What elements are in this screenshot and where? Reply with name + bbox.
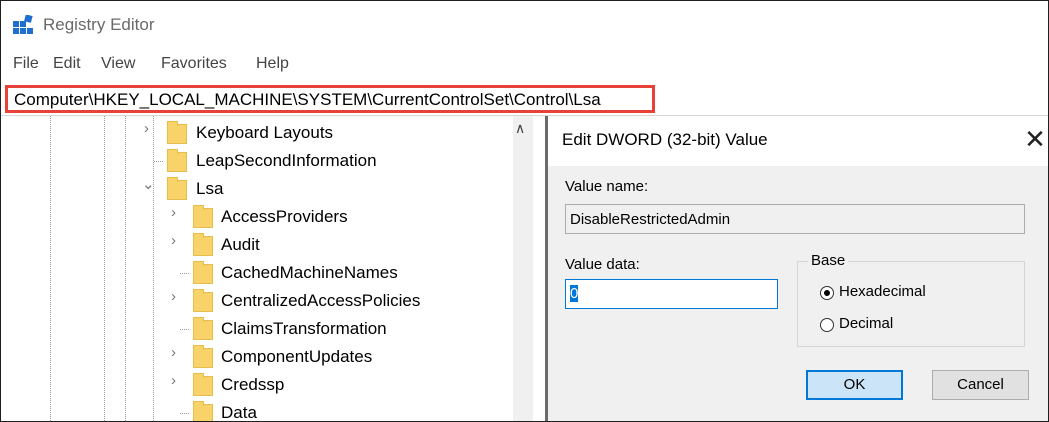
- chevron-right-icon[interactable]: ›: [171, 288, 176, 305]
- chevron-down-icon[interactable]: ⌄: [142, 175, 155, 193]
- edit-dword-dialog: Edit DWORD (32-bit) Value ✕ Value name: …: [545, 116, 1048, 421]
- chevron-right-icon[interactable]: ›: [144, 120, 149, 137]
- registry-tree: › Keyboard Layouts LeapSecondInformation…: [1, 116, 533, 421]
- folder-icon: [193, 345, 213, 368]
- tree-scrollbar[interactable]: ∧: [513, 116, 533, 421]
- folder-icon: [193, 317, 213, 340]
- ok-button[interactable]: OK: [806, 370, 903, 400]
- address-path: Computer\HKEY_LOCAL_MACHINE\SYSTEM\Curre…: [14, 90, 601, 109]
- folder-icon: [167, 149, 187, 172]
- tree-connector: [154, 161, 163, 162]
- tree-item-keyboard-layouts[interactable]: › Keyboard Layouts: [1, 120, 511, 146]
- folder-icon: [167, 177, 187, 200]
- chevron-right-icon[interactable]: ›: [171, 204, 176, 221]
- tree-item-label: CentralizedAccessPolicies: [221, 291, 421, 310]
- tree-item-label: Keyboard Layouts: [196, 123, 334, 142]
- close-icon[interactable]: ✕: [1020, 124, 1048, 155]
- menu-file[interactable]: File: [13, 55, 39, 73]
- base-group-label: Base: [808, 252, 849, 269]
- tree-connector: [180, 413, 189, 414]
- title-bar: Registry Editor: [1, 1, 1048, 47]
- registry-editor-window: Registry Editor File Edit View Favorites…: [0, 0, 1049, 422]
- dialog-title-bar: Edit DWORD (32-bit) Value ✕: [548, 116, 1048, 166]
- folder-icon: [193, 401, 213, 421]
- value-name-label: Value name:: [565, 178, 649, 195]
- chevron-right-icon[interactable]: ›: [171, 372, 176, 389]
- base-group: Base Hexadecimal Decimal: [797, 252, 1025, 347]
- dialog-title: Edit DWORD (32-bit) Value: [562, 130, 768, 149]
- value-data-text: 0: [570, 285, 579, 302]
- decimal-label[interactable]: Decimal: [839, 315, 893, 332]
- folder-icon: [167, 121, 187, 144]
- tree-item-label: AccessProviders: [221, 207, 348, 226]
- value-name-field[interactable]: DisableRestrictedAdmin: [565, 204, 1025, 234]
- hexadecimal-label[interactable]: Hexadecimal: [839, 283, 926, 300]
- value-data-label: Value data:: [565, 256, 640, 273]
- tree-item-label: Lsa: [196, 179, 224, 198]
- tree-item-label: Data: [221, 403, 257, 421]
- tree-item-credssp[interactable]: › Credssp: [1, 372, 511, 398]
- folder-icon: [193, 261, 213, 284]
- tree-item-audit[interactable]: › Audit: [1, 232, 511, 258]
- folder-icon: [193, 205, 213, 228]
- menu-bar: File Edit View Favorites Help: [1, 55, 1048, 79]
- tree-item-label: ComponentUpdates: [221, 347, 373, 366]
- window-title: Registry Editor: [43, 15, 155, 34]
- folder-icon: [193, 289, 213, 312]
- tree-item-claimstransformation[interactable]: ClaimsTransformation: [1, 316, 511, 342]
- tree-connector: [180, 329, 189, 330]
- tree-item-data[interactable]: Data: [1, 400, 511, 421]
- menu-favorites[interactable]: Favorites: [161, 55, 227, 73]
- menu-edit[interactable]: Edit: [53, 55, 81, 73]
- decimal-radio[interactable]: [820, 318, 834, 332]
- folder-icon: [193, 233, 213, 256]
- chevron-right-icon[interactable]: ›: [171, 232, 176, 249]
- value-data-input[interactable]: 0: [565, 279, 778, 309]
- tree-item-componentupdates[interactable]: › ComponentUpdates: [1, 344, 511, 370]
- tree-item-accessproviders[interactable]: › AccessProviders: [1, 204, 511, 230]
- address-bar[interactable]: Computer\HKEY_LOCAL_MACHINE\SYSTEM\Curre…: [5, 85, 655, 113]
- cancel-button[interactable]: Cancel: [932, 370, 1029, 400]
- tree-item-label: CachedMachineNames: [221, 263, 398, 282]
- tree-item-cachedmachinenames[interactable]: CachedMachineNames: [1, 260, 511, 286]
- tree-connector: [180, 273, 189, 274]
- tree-item-leapsecondinformation[interactable]: LeapSecondInformation: [1, 148, 511, 174]
- tree-item-label: LeapSecondInformation: [196, 151, 377, 170]
- menu-view[interactable]: View: [101, 55, 135, 73]
- hexadecimal-radio[interactable]: [820, 286, 834, 300]
- tree-item-label: Audit: [221, 235, 260, 254]
- registry-editor-app-icon: [13, 15, 33, 34]
- menu-help[interactable]: Help: [256, 55, 289, 73]
- tree-item-centralizedaccesspolicies[interactable]: › CentralizedAccessPolicies: [1, 288, 511, 314]
- folder-icon: [193, 373, 213, 396]
- tree-item-lsa[interactable]: ⌄ Lsa: [1, 176, 511, 202]
- scroll-up-arrow-icon[interactable]: ∧: [515, 120, 525, 137]
- chevron-right-icon[interactable]: ›: [171, 344, 176, 361]
- tree-item-label: ClaimsTransformation: [221, 319, 387, 338]
- tree-item-label: Credssp: [221, 375, 285, 394]
